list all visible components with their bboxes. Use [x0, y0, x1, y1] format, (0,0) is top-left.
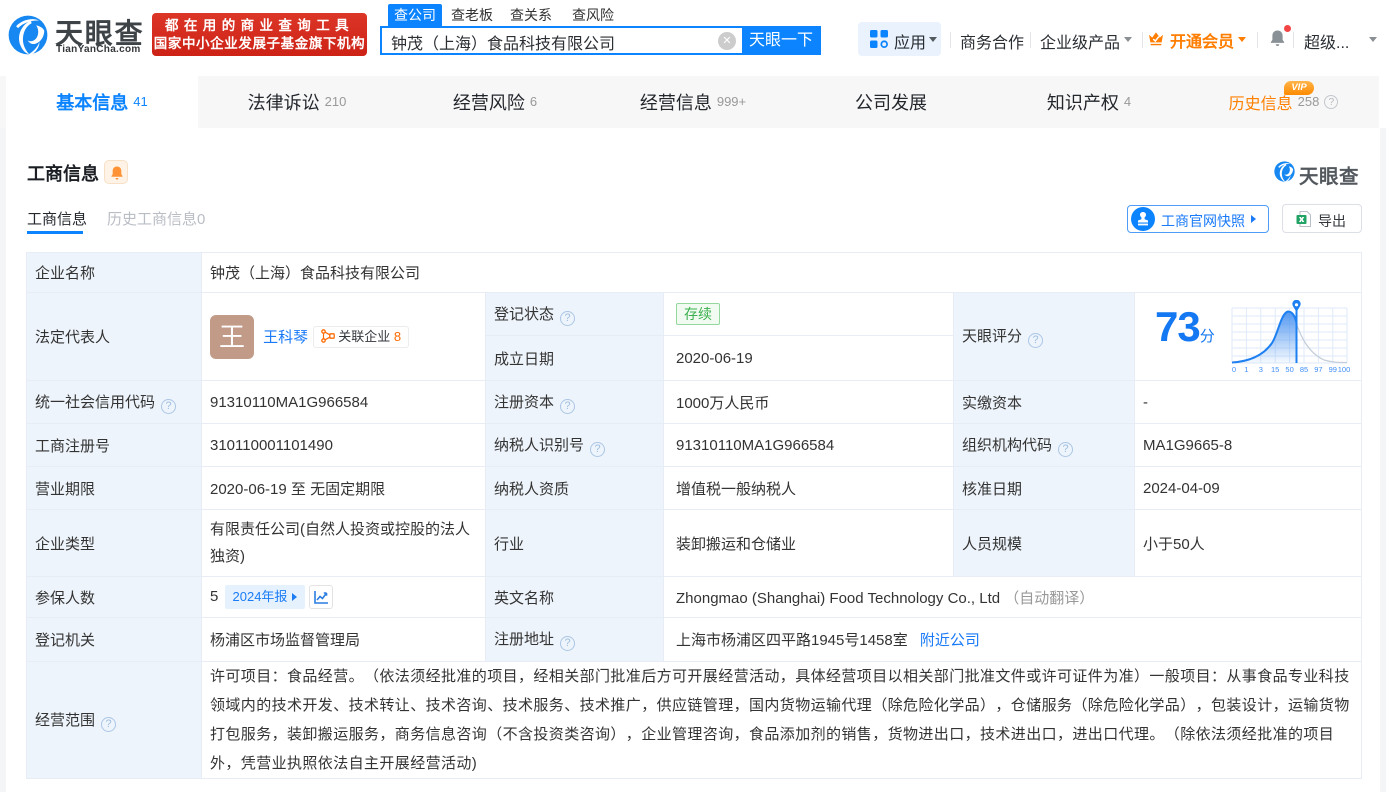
- svg-text:100: 100: [1338, 365, 1351, 374]
- svg-text:50: 50: [1285, 365, 1293, 374]
- svg-text:97: 97: [1314, 365, 1322, 374]
- svg-text:15: 15: [1271, 365, 1279, 374]
- svg-text:99: 99: [1329, 365, 1337, 374]
- svg-text:85: 85: [1300, 365, 1308, 374]
- svg-text:1: 1: [1244, 365, 1248, 374]
- svg-text:0: 0: [1232, 365, 1236, 374]
- svg-text:3: 3: [1259, 365, 1263, 374]
